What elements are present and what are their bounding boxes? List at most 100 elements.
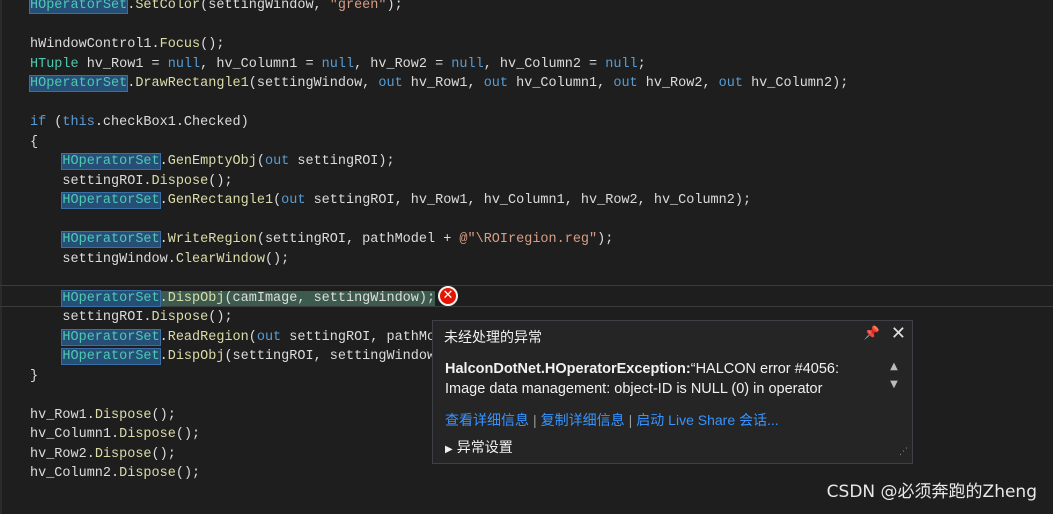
code-token: GenRectangle1 (167, 193, 274, 208)
code-token: { (30, 134, 39, 150)
close-icon[interactable]: ✕ (891, 323, 906, 344)
copy-details-link[interactable]: 复制详细信息 (541, 412, 625, 428)
code-token: , hv_Column2 = (483, 56, 606, 72)
code-token: ( (46, 115, 63, 130)
code-line: HOperatorSet.DispObj(camImage, settingWi… (30, 289, 436, 308)
code-token: hv_Row2. (30, 446, 95, 462)
start-live-share-link[interactable]: 启动 Live Share 会话... (636, 412, 778, 428)
code-token: (settingROI, settingWindow) (224, 349, 444, 364)
error-icon[interactable]: ✕ (438, 286, 458, 306)
code-token: hv_Column1. (30, 427, 120, 442)
exception-message: HalconDotNet.HOperatorException:“HALCON … (445, 359, 870, 399)
exception-settings-toggle[interactable]: ▶ 异常设置 (445, 437, 513, 457)
code-token: GenEmptyObj (167, 154, 257, 169)
code-token: null (605, 56, 638, 72)
code-token: HOperatorSet (28, 75, 129, 92)
code-token: DispObj (167, 290, 225, 306)
code-line: settingROI.Dispose(); (30, 308, 233, 327)
gutter (0, 0, 2, 514)
code-token: null (451, 56, 484, 72)
code-line: hv_Row1.Dispose(); (30, 406, 176, 425)
code-token: ( (273, 193, 282, 208)
code-token: hv_Column2); (742, 76, 849, 91)
code-token: out (281, 193, 306, 208)
code-token: settingROI); (289, 154, 395, 169)
code-token: ); (597, 232, 614, 247)
code-line: HOperatorSet.GenEmptyObj(out settingROI)… (30, 152, 395, 171)
code-line: hv_Column2.Dispose(); (30, 464, 200, 483)
code-token: HOperatorSet (61, 289, 161, 307)
exception-popup: 未经处理的异常 📌 ✕ HalconDotNet.HOperatorExcept… (432, 320, 913, 464)
link-separator: | (628, 412, 633, 428)
code-line: HOperatorSet.GenRectangle1(out settingRO… (30, 191, 751, 210)
code-token: . (159, 154, 168, 169)
code-token: (); (151, 446, 176, 462)
code-line: } (30, 367, 38, 386)
code-line: if (this.checkBox1.Checked) (30, 113, 249, 132)
code-token: HOperatorSet (28, 0, 129, 14)
code-token: DispObj (167, 349, 225, 364)
code-line: HOperatorSet.WriteRegion(settingROI, pat… (30, 230, 613, 249)
code-token: hv_Column1, (508, 76, 614, 91)
code-token: . (159, 329, 168, 345)
scroll-down-icon[interactable]: ▼ (886, 379, 902, 393)
chevron-right-icon: ▶ (445, 444, 453, 455)
code-token: Dispose (119, 466, 176, 481)
exception-type: HalconDotNet.HOperatorException: (445, 361, 691, 377)
code-token: SetColor (135, 0, 201, 13)
code-token: . (159, 193, 168, 208)
exception-settings-label: 异常设置 (456, 440, 513, 456)
code-token: settingWindow. (30, 251, 176, 267)
code-token: ; (637, 56, 646, 72)
code-line: HOperatorSet.DrawRectangle1(settingWindo… (28, 74, 849, 93)
popup-links: 查看详细信息 | 复制详细信息 | 启动 Live Share 会话... (445, 410, 779, 430)
code-token: ); (386, 0, 403, 13)
code-token: . (159, 290, 168, 306)
code-token: settingROI, pathMode (281, 329, 452, 345)
code-token: (); (208, 310, 233, 325)
code-token: , hv_Row2 = (354, 56, 452, 72)
code-token: out (264, 154, 290, 169)
code-token: null (167, 56, 201, 72)
code-token: ReadRegion (167, 329, 249, 345)
code-token: Dispose (94, 407, 152, 423)
code-token: (); (208, 173, 233, 189)
watermark: CSDN @必须奔跑的Zheng (826, 482, 1037, 502)
scroll-up-icon[interactable]: ▲ (886, 361, 902, 375)
code-token: settingROI, hv_Row1, hv_Column1, hv_Row2… (305, 193, 752, 208)
code-token: Dispose (151, 310, 209, 325)
code-line: settingWindow.ClearWindow(); (30, 250, 289, 269)
code-line: HTuple hv_Row1 = null, hv_Column1 = null… (30, 55, 646, 74)
code-line: HOperatorSet.SetColor(settingWindow, "gr… (28, 0, 403, 15)
code-token: Focus (159, 37, 201, 52)
code-token: this (62, 115, 95, 130)
code-token: Dispose (94, 446, 152, 462)
code-token: WriteRegion (167, 232, 257, 247)
code-token: if (30, 115, 47, 130)
code-token: (); (175, 466, 201, 481)
resize-grip-icon[interactable]: ⋰ (899, 448, 909, 460)
code-token: (); (200, 37, 225, 52)
code-token: HOperatorSet (61, 328, 161, 346)
code-token: ClearWindow (175, 251, 265, 267)
code-token: .checkBox1.Checked) (94, 115, 249, 130)
code-token: HOperatorSet (61, 153, 161, 170)
code-line: settingROI.Dispose(); (30, 172, 233, 191)
code-token: (settingWindow, (200, 0, 330, 13)
code-editor[interactable]: HOperatorSet.SetColor(settingWindow, "gr… (0, 0, 1053, 514)
pin-icon[interactable]: 📌 (864, 326, 880, 341)
code-token: HOperatorSet (61, 231, 161, 248)
code-token: HOperatorSet (61, 348, 161, 365)
code-token: hv_Row1, (402, 76, 484, 91)
view-details-link[interactable]: 查看详细信息 (445, 412, 529, 428)
code-token: hv_Row2, (637, 76, 719, 91)
code-line: { (30, 133, 38, 152)
code-token: settingROI. (30, 173, 152, 189)
code-token: ( (248, 329, 257, 345)
code-token: Dispose (151, 173, 209, 189)
code-token: . (159, 349, 168, 364)
code-token: (camImage, settingWindow); (224, 290, 436, 306)
